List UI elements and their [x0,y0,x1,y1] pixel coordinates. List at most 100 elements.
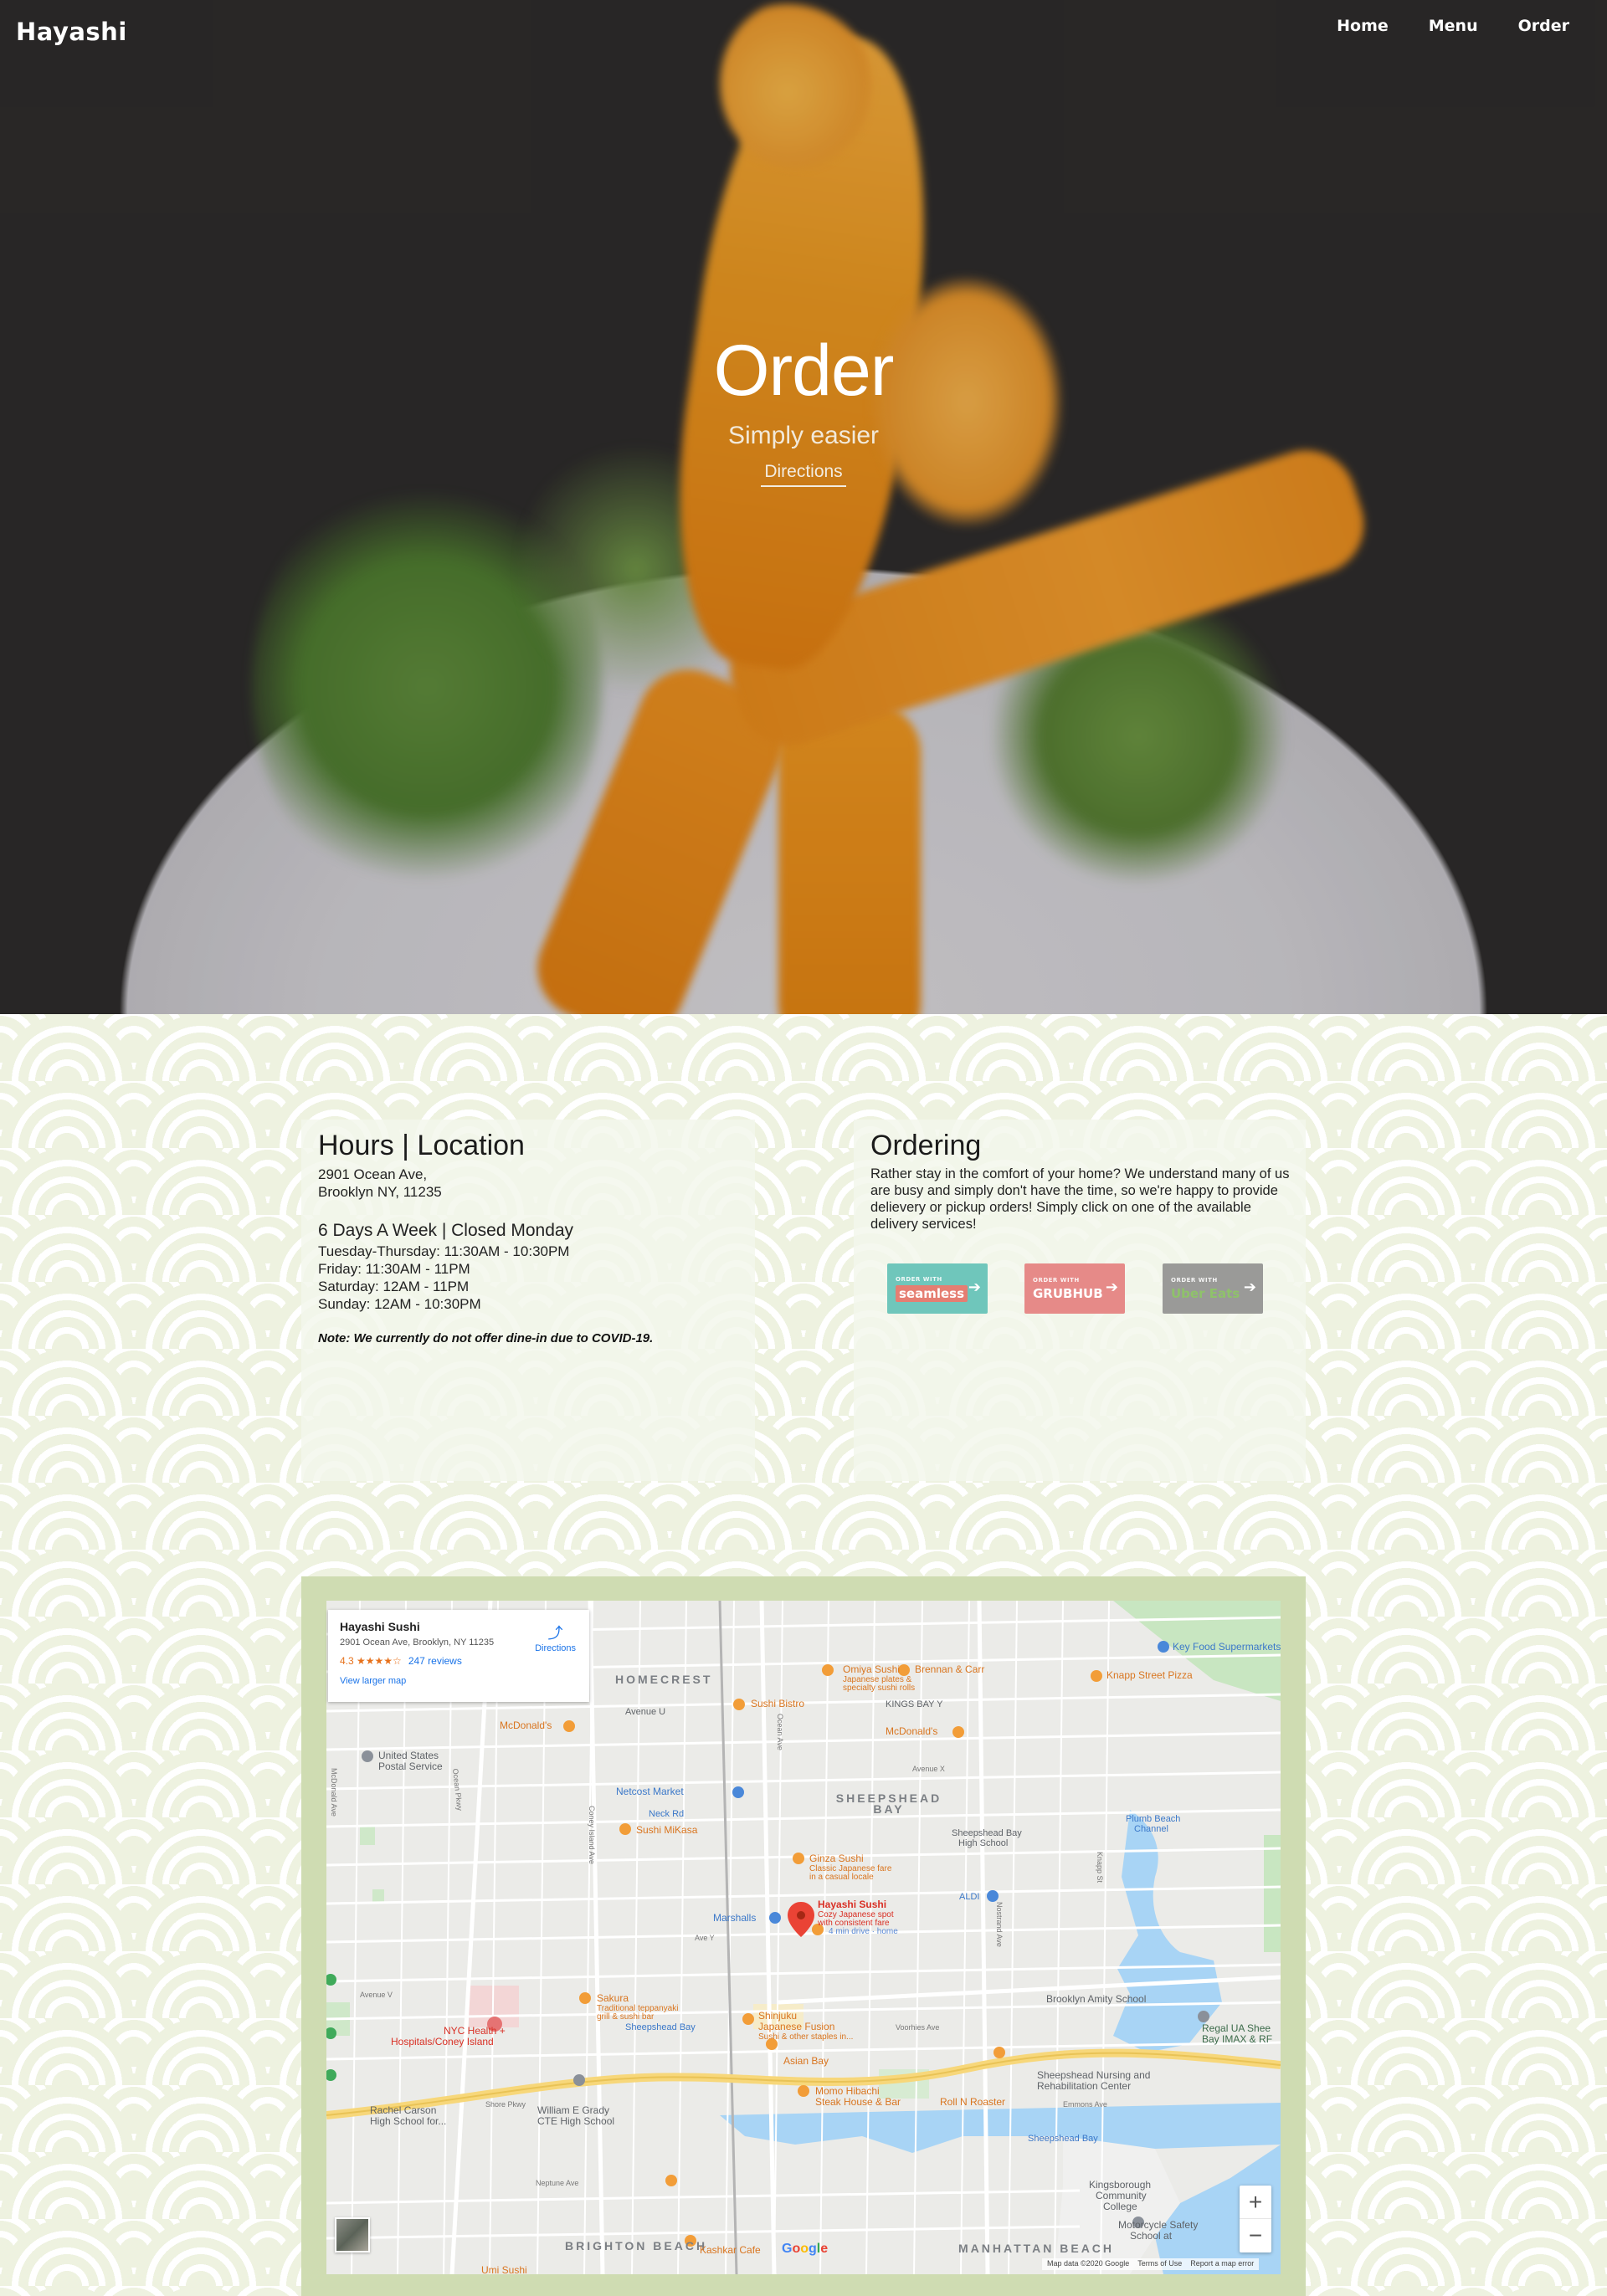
hero-text: Order Simply easier Directions [0,335,1607,487]
order-grubhub-button[interactable]: ORDER WITH GRUBHUB ➔ [1024,1263,1125,1314]
map-attribution: Map data ©2020 Google Terms of Use Repor… [1042,2258,1260,2270]
map-poi: Sushi Bistro [751,1698,805,1709]
map-poi: Key Food Supermarkets [1173,1641,1281,1653]
map-data-text: Map data ©2020 Google [1047,2259,1130,2268]
order-ubereats-button[interactable]: ORDER WITH Uber Eats ➔ [1163,1263,1263,1314]
map-poi: Postal Service [378,1760,443,1772]
nav-menu[interactable]: Menu [1429,17,1478,35]
arrow-right-icon: ➔ [968,1279,981,1296]
address-line-1: 2901 Ocean Ave, [318,1166,428,1182]
map-poi: ALDI [959,1892,980,1902]
map-poi: Ginza Sushi [809,1853,864,1864]
zoom-in-button[interactable]: + [1240,2186,1271,2219]
page-subtitle: Simply easier [727,422,880,449]
terms-link[interactable]: Terms of Use [1137,2259,1182,2269]
schedule-line: Saturday: 12AM - 11PM [318,1279,470,1294]
map-poi: Hospitals/Coney Island [391,2036,494,2047]
hayashi-map-marker-label[interactable]: Hayashi Sushi [818,1899,886,1910]
map-poi-desc: Traditional teppanyaki grill & sushi bar [597,2004,679,2022]
directions-link[interactable]: Directions [761,462,846,487]
directions-button[interactable]: ⤴ Directions [535,1622,576,1653]
map-poi: Rehabilitation Center [1037,2080,1132,2092]
map-street-label: Coney Island Ave [588,1806,596,1864]
map-poi: CTE High School [537,2115,615,2127]
map-poi: Sheepshead Bay [625,2022,696,2032]
map-area-label: BRIGHTON BEACH [565,2239,708,2252]
schedule-line: Friday: 11:30AM - 11PM [318,1261,470,1277]
map-poi: High School [958,1838,1009,1848]
map-poi-desc: Sushi & other staples in... [758,2032,854,2042]
map-water-label: Sheepshead Bay [1028,2134,1098,2144]
map-area-label: HOMECREST [615,1673,713,1686]
map-poi-desc: specialty sushi rolls [843,1684,916,1693]
navbar: Hayashi Home Menu Order [0,0,1607,67]
map-poi: School at [1130,2230,1173,2242]
ordering-title: Ordering [870,1130,982,1161]
map-poi: KINGS BAY Y [886,1699,943,1709]
report-error-link[interactable]: Report a map error [1190,2259,1254,2269]
map-poi-desc: in a casual locale [809,1873,874,1882]
map-street-label: Avenue V [360,1991,393,1999]
map-poi: Channel [1134,1824,1168,1834]
map-poi-desc: 4 min drive · home [829,1927,898,1936]
reviews-link[interactable]: 247 reviews [408,1655,462,1667]
brand-logo[interactable]: Hayashi [16,18,127,46]
map-poi: Sakura [597,1992,629,2004]
place-info-card: Hayashi Sushi 2901 Ocean Ave, Brooklyn, … [328,1610,589,1702]
map-poi: Knapp Street Pizza [1106,1669,1193,1681]
map-street-label: McDonald Ave [330,1768,338,1817]
zoom-out-button[interactable]: − [1240,2219,1271,2252]
map-poi: Kashkar Cafe [700,2244,761,2256]
map-street-label: Emmons Ave [1063,2100,1107,2109]
map-poi: Roll N Roaster [940,2096,1006,2108]
map-street-label: Knapp St [1096,1852,1104,1883]
map-poi: Avenue U [625,1707,666,1717]
map-poi: Asian Bay [783,2055,829,2067]
nav-home[interactable]: Home [1337,17,1389,35]
map-poi: Umi Sushi [481,2264,527,2275]
hours-location-section: Hours | Location 2901 Ocean Ave, Brookly… [318,1130,737,1345]
map-street-label: Neptune Ave [536,2179,579,2187]
map-poi: Marshalls [713,1912,757,1924]
order-seamless-button[interactable]: ORDER WITH seamless ➔ [887,1263,988,1314]
directions-icon: ⤴ [547,1625,563,1642]
hero-banner [0,0,1607,1014]
schedule-line: Sunday: 12AM - 10:30PM [318,1296,481,1312]
map-street-label: Ocean Ave [776,1714,784,1750]
map-poi: Brennan & Carr [915,1663,985,1675]
map-poi: College [1103,2201,1137,2212]
arrow-right-icon: ➔ [1243,1279,1256,1296]
map-poi: Brooklyn Amity School [1046,1993,1147,2005]
hours-title: Hours | Location [318,1130,525,1161]
ordering-section: Ordering Rather stay in the comfort of y… [870,1130,1297,1233]
covid-note: Note: We currently do not offer dine-in … [318,1331,654,1345]
map-street-label: Avenue X [912,1765,945,1773]
map-street-label: Ave Y [695,1934,715,1942]
nav-order[interactable]: Order [1518,17,1569,35]
map-poi: Japanese Fusion [758,2021,835,2032]
map-poi: High School for... [370,2115,447,2127]
arrow-right-icon: ➔ [1105,1279,1118,1296]
ordering-description: Rather stay in the comfort of your home?… [870,1166,1290,1232]
map-street-label: Voorhies Ave [896,2023,940,2032]
schedule-line: Tuesday-Thursday: 11:30AM - 10:30PM [318,1243,570,1259]
google-logo: Google [782,2242,829,2256]
view-larger-map-link[interactable]: View larger map [340,1676,578,1686]
place-rating: 4.3 ★★★★☆ 247 reviews [340,1655,462,1667]
map-poi: Netcost Market [616,1786,684,1797]
map-area-label: SHEEPSHEAD BAY [835,1791,942,1816]
map-poi: Steak House & Bar [815,2096,901,2108]
map-poi: Sushi MiKasa [636,1824,698,1836]
map-poi: McDonald's [886,1725,938,1737]
map-poi: Neck Rd [649,1809,685,1819]
nav-links: Home Menu Order [1296,17,1569,35]
map-street-label: Shore Pkwy [485,2100,526,2109]
page-title: Order [713,331,895,411]
map-poi: Bay IMAX & RF [1202,2033,1273,2045]
map-area-label: MANHATTAN BEACH [958,2242,1115,2255]
map-street-label: Nostrand Ave [995,1902,1004,1947]
schedule-title: 6 Days A Week | Closed Monday [318,1221,574,1240]
map-poi: McDonald's [500,1719,552,1731]
map-poi: Omiya Sushi [843,1663,901,1675]
satellite-toggle[interactable] [335,2217,370,2252]
